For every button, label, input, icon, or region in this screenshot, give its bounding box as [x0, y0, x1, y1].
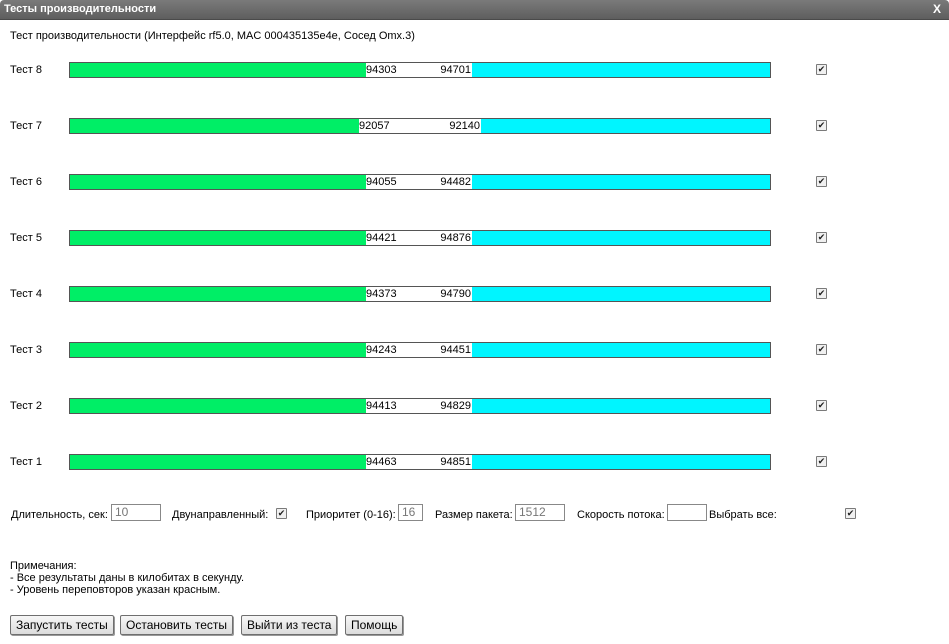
window-titlebar: Тесты производительности X	[0, 0, 949, 20]
forward-throughput-fill	[70, 119, 359, 133]
reverse-throughput-fill	[472, 63, 770, 77]
packet-size-label: Размер пакета:	[435, 509, 513, 521]
reverse-throughput-value: 94876	[440, 232, 471, 244]
forward-throughput-fill	[70, 287, 366, 301]
reverse-throughput-value: 94851	[440, 456, 471, 468]
throughput-bar: 94463 94851	[69, 454, 771, 470]
test-enable-checkbox[interactable]: ✔	[816, 120, 827, 131]
priority-label: Приоритет (0-16):	[306, 509, 396, 521]
window-title: Тесты производительности	[4, 3, 157, 15]
test-enable-checkbox[interactable]: ✔	[816, 344, 827, 355]
duration-label: Длительность, сек:	[11, 509, 108, 521]
exit-test-button[interactable]: Выйти из теста	[241, 615, 338, 635]
test-enable-checkbox[interactable]: ✔	[816, 456, 827, 467]
forward-throughput-fill	[70, 175, 366, 189]
duration-input[interactable]	[111, 504, 161, 521]
reverse-throughput-value: 94451	[440, 344, 471, 356]
reverse-throughput-fill	[472, 231, 770, 245]
forward-throughput-value: 94421	[366, 232, 397, 244]
stream-speed-input[interactable]	[667, 504, 707, 521]
help-button[interactable]: Помощь	[345, 615, 404, 635]
forward-throughput-value: 94303	[366, 64, 397, 76]
notes-line-1: - Все результаты даны в килобитах в секу…	[10, 572, 245, 584]
forward-throughput-value: 94373	[366, 288, 397, 300]
stream-speed-label: Скорость потока:	[577, 509, 665, 521]
select-all-checkbox[interactable]: ✔	[845, 508, 856, 519]
test-controls: Длительность, сек: Двунаправленный: ✔ Пр…	[0, 504, 949, 528]
throughput-bar: 94243 94451	[69, 342, 771, 358]
forward-throughput-fill	[70, 455, 366, 469]
reverse-throughput-fill	[472, 343, 770, 357]
test-enable-checkbox[interactable]: ✔	[816, 64, 827, 75]
reverse-throughput-fill	[472, 399, 770, 413]
bidirectional-label: Двунаправленный:	[172, 509, 269, 521]
reverse-throughput-fill	[481, 119, 770, 133]
close-icon[interactable]: X	[933, 2, 941, 16]
select-all-label: Выбрать все:	[709, 509, 777, 521]
throughput-bar: 94303 94701	[69, 62, 771, 78]
test-label: Тест 3	[10, 344, 42, 356]
throughput-bar: 94413 94829	[69, 398, 771, 414]
forward-throughput-value: 94413	[366, 400, 397, 412]
throughput-bar: 94055 94482	[69, 174, 771, 190]
reverse-throughput-value: 94482	[440, 176, 471, 188]
reverse-throughput-value: 94790	[440, 288, 471, 300]
throughput-bar: 92057 92140	[69, 118, 771, 134]
notes-line-2: - Уровень переповторов указан красным.	[10, 584, 221, 596]
priority-input[interactable]	[398, 504, 423, 521]
test-enable-checkbox[interactable]: ✔	[816, 288, 827, 299]
forward-throughput-value: 94463	[366, 456, 397, 468]
packet-size-input[interactable]	[515, 504, 565, 521]
test-label: Тест 2	[10, 400, 42, 412]
reverse-throughput-value: 94701	[440, 64, 471, 76]
test-enable-checkbox[interactable]: ✔	[816, 400, 827, 411]
start-tests-button[interactable]: Запустить тесты	[10, 615, 114, 635]
test-label: Тест 4	[10, 288, 42, 300]
throughput-bar: 94373 94790	[69, 286, 771, 302]
reverse-throughput-value: 94829	[440, 400, 471, 412]
forward-throughput-fill	[70, 343, 366, 357]
test-enable-checkbox[interactable]: ✔	[816, 232, 827, 243]
reverse-throughput-fill	[472, 175, 770, 189]
forward-throughput-fill	[70, 399, 366, 413]
forward-throughput-value: 92057	[359, 120, 390, 132]
forward-throughput-fill	[70, 63, 366, 77]
page-title: Тест производительности (Интерфейс rf5.0…	[10, 30, 415, 42]
notes-title: Примечания:	[10, 560, 77, 572]
reverse-throughput-fill	[472, 455, 770, 469]
stop-tests-button[interactable]: Остановить тесты	[120, 615, 233, 635]
forward-throughput-value: 94055	[366, 176, 397, 188]
bidirectional-checkbox[interactable]: ✔	[276, 508, 287, 519]
forward-throughput-fill	[70, 231, 366, 245]
test-label: Тест 6	[10, 176, 42, 188]
test-label: Тест 7	[10, 120, 42, 132]
throughput-bar: 94421 94876	[69, 230, 771, 246]
reverse-throughput-fill	[472, 287, 770, 301]
reverse-throughput-value: 92140	[449, 120, 480, 132]
test-label: Тест 1	[10, 456, 42, 468]
test-label: Тест 5	[10, 232, 42, 244]
test-label: Тест 8	[10, 64, 42, 76]
forward-throughput-value: 94243	[366, 344, 397, 356]
test-enable-checkbox[interactable]: ✔	[816, 176, 827, 187]
notes: Примечания: - Все результаты даны в кило…	[10, 560, 244, 596]
